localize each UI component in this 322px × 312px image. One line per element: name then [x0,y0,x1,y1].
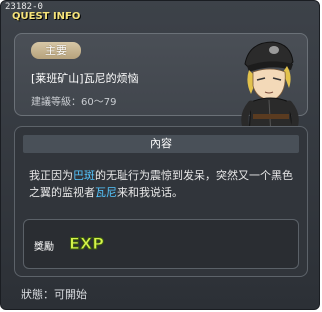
reward-box: 獎勵 EXP [23,219,299,269]
quest-name: [莱班矿山]瓦尼的烦恼 [31,72,139,85]
desc-text-1: 我正因为 [29,169,73,182]
reward-label: 獎勵 [34,242,54,253]
quest-status: 狀態：可開始 [21,288,87,301]
window-title: QUEST INFO [12,11,81,22]
recommended-level: 建議等級：60～79 [31,97,117,108]
quest-header-panel: 主要 [莱班矿山]瓦尼的烦恼 建議等級：60～79 [14,33,308,146]
quest-type-badge: 主要 [31,42,81,59]
quest-content-panel: 內容 我正因为巴斑的无耻行为震惊到发呆，突然又一个黑色之翼的监视者瓦尼来和我说话… [14,126,308,277]
npc-name-highlight: 瓦尼 [95,186,117,199]
exp-text: EXP [69,234,104,253]
quest-info-window: 23182-0 QUEST INFO 主要 [莱班矿山]瓦尼的烦恼 建議等級：6… [0,0,320,310]
quest-description: 我正因为巴斑的无耻行为震惊到发呆，突然又一个黑色之翼的监视者瓦尼来和我说话。 [29,167,299,201]
desc-text-3: 来和我说话。 [117,186,183,199]
exp-icon: EXP [69,234,105,254]
content-section-header: 內容 [23,135,299,153]
npc-name-highlight: 巴斑 [73,169,95,182]
